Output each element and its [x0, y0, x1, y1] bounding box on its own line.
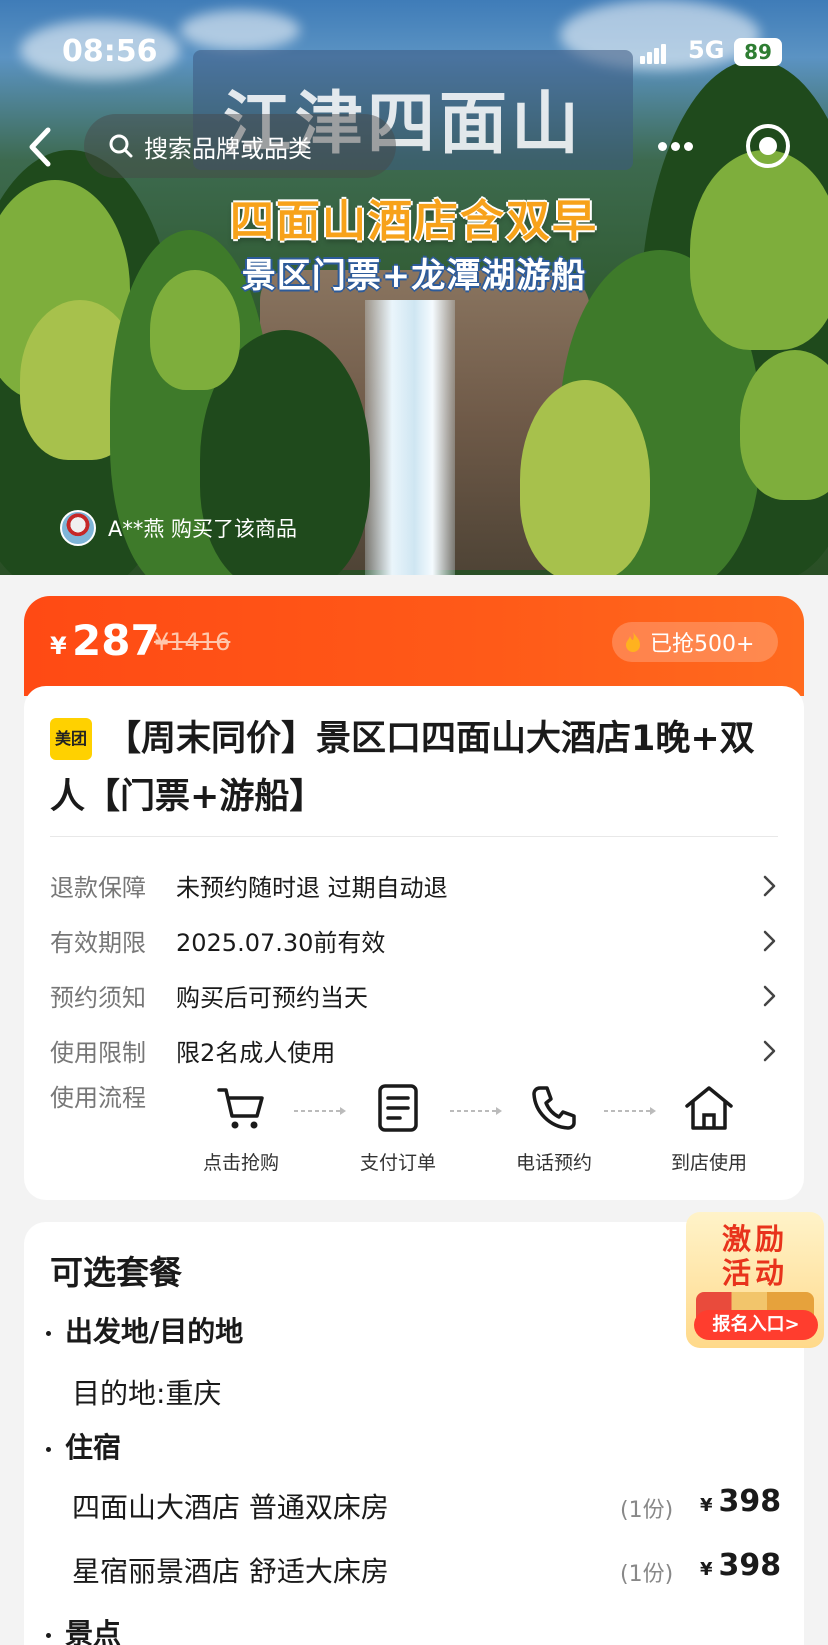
flow-step-call: 电话预约	[499, 1080, 609, 1175]
price-currency: ¥	[50, 632, 67, 660]
detail-row-booking[interactable]: 预约须知 购买后可预约当天	[50, 978, 780, 1018]
phone-icon	[532, 1086, 576, 1130]
hero-banner-image: 江津四面山 四面山酒店含双早 景区门票+龙潭湖游船 08:56 5G 89 搜索…	[0, 0, 828, 575]
chevron-right-icon	[763, 985, 776, 1007]
avatar	[60, 510, 96, 546]
banner-subline: 景区门票+龙潭湖游船	[241, 256, 587, 296]
search-input[interactable]: 搜索品牌或品类	[84, 114, 396, 178]
flow-arrow	[294, 1107, 346, 1115]
recent-buyer-notice: A**燕 购买了该商品	[60, 510, 297, 546]
hotel-option-1-qty: (1份)	[620, 1498, 674, 1523]
detail-row-limit[interactable]: 使用限制 限2名成人使用	[50, 1033, 780, 1073]
divider	[50, 836, 778, 837]
chevron-left-icon	[29, 127, 51, 167]
hotel-option-2-qty: (1份)	[620, 1562, 674, 1587]
detail-row-validity[interactable]: 有效期限 2025.07.30前有效	[50, 923, 780, 963]
search-icon	[109, 134, 133, 158]
signal-icon	[640, 42, 668, 64]
chevron-right-icon	[763, 875, 776, 897]
original-price: ¥1416	[154, 628, 231, 656]
hotel-option-2[interactable]: 星宿丽景酒店 舒适大床房	[72, 1550, 389, 1590]
product-info-card: 美团 【周末同价】景区口四面山大酒店1晚+双人【门票+游船】 旅途中的ayuan…	[24, 686, 804, 1200]
flow-arrow	[450, 1107, 502, 1115]
order-icon	[378, 1084, 418, 1132]
sold-count-badge: 已抢500+	[612, 622, 778, 662]
more-options-button[interactable]	[650, 128, 700, 164]
usage-flow-label: 使用流程	[50, 1084, 146, 1112]
banner-headline: 四面山酒店含双早	[230, 196, 598, 247]
incentive-promo-button[interactable]: 激励 活动 报名入口>	[686, 1212, 824, 1348]
status-time: 08:56	[62, 34, 158, 69]
close-miniapp-button[interactable]	[746, 124, 790, 168]
hotel-option-2-price: ¥398	[700, 1548, 782, 1583]
flow-step-visit: 到店使用	[654, 1080, 764, 1175]
watermark: 旅途中的ayuan	[310, 776, 495, 806]
flow-step-pay: 支付订单	[343, 1080, 453, 1175]
detail-row-refund[interactable]: 退款保障 未预约随时退 过期自动退	[50, 868, 780, 908]
package-title: 可选套餐	[50, 1253, 182, 1292]
product-title: 【周末同价】景区口四面山大酒店1晚+双人【门票+游船】	[50, 719, 755, 817]
hotel-option-1[interactable]: 四面山大酒店 普通双床房	[72, 1486, 389, 1526]
flow-arrow	[604, 1107, 656, 1115]
current-price: 287	[72, 616, 160, 665]
app-root: 江津四面山 四面山酒店含双早 景区门票+龙潭湖游船 08:56 5G 89 搜索…	[0, 0, 828, 1645]
flow-step-buy: 点击抢购	[186, 1080, 296, 1175]
hotel-option-1-price: ¥398	[700, 1484, 782, 1519]
destination-item: 目的地:重庆	[72, 1377, 222, 1410]
section-attractions: 景点	[46, 1612, 121, 1645]
battery-indicator: 89	[734, 38, 782, 66]
fire-icon	[626, 632, 640, 652]
network-type: 5G	[688, 36, 725, 64]
home-icon	[685, 1086, 733, 1130]
waterfall	[365, 300, 455, 575]
chevron-right-icon	[763, 930, 776, 952]
section-lodging: 住宿	[46, 1426, 121, 1466]
chevron-right-icon	[763, 1040, 776, 1062]
section-origin-destination: 出发地/目的地	[46, 1310, 243, 1350]
search-placeholder: 搜索品牌或品类	[144, 134, 312, 163]
cart-icon	[217, 1088, 264, 1129]
promo-signup-button[interactable]: 报名入口>	[694, 1310, 818, 1340]
back-button[interactable]	[20, 122, 60, 172]
price-bar: ¥ 287 ¥1416 已抢500+	[24, 596, 804, 696]
